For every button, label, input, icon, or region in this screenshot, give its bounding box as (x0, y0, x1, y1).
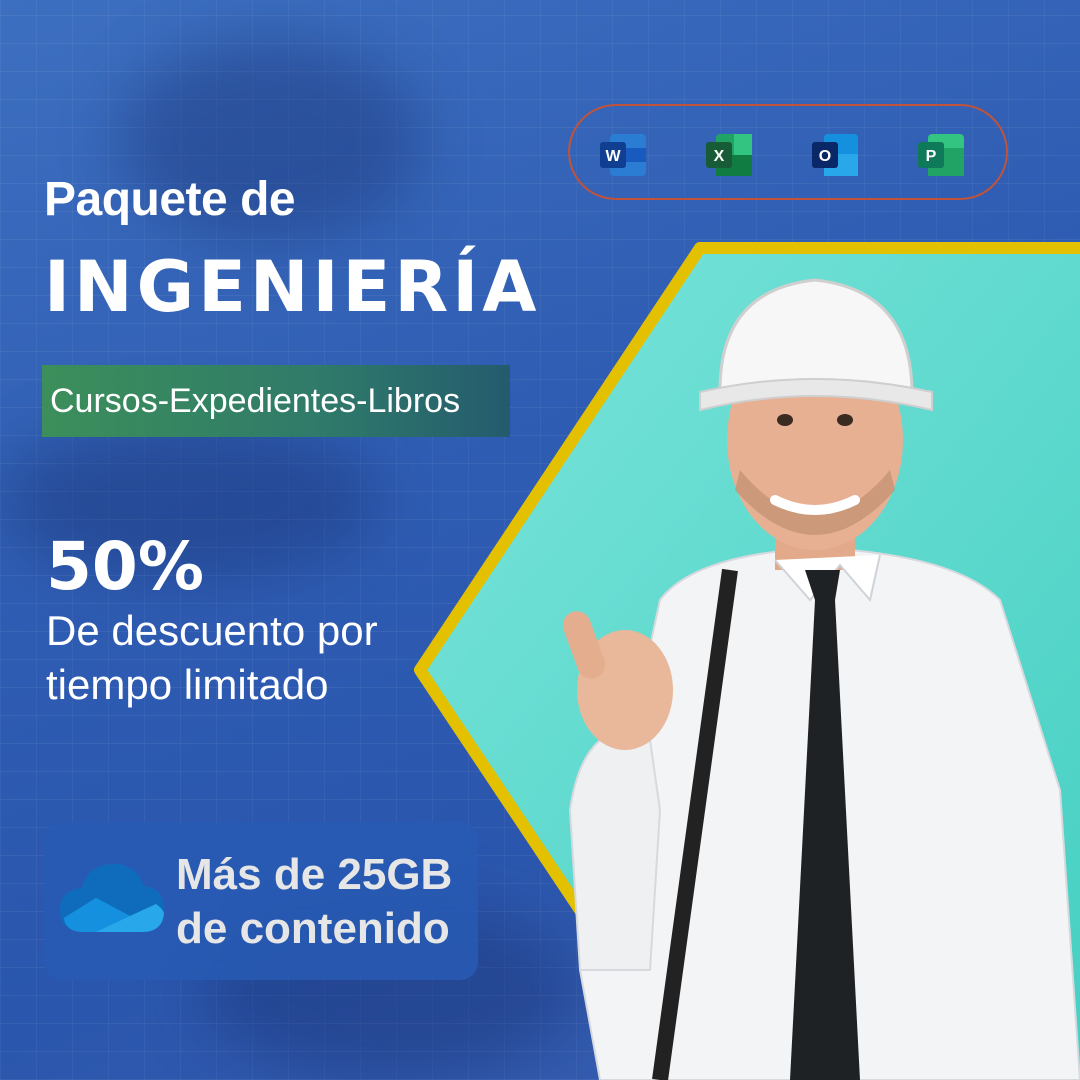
project-icon: P (918, 134, 964, 176)
promo-banner: W X O P Paquete de INGENIERÍA Cursos-Exp… (0, 0, 1080, 1080)
excel-icon: X (706, 134, 752, 176)
headline-line1: Paquete de (44, 173, 296, 226)
outlook-letter: O (819, 148, 831, 165)
tagline-banner: Cursos-Expedientes-Libros (42, 365, 510, 437)
word-letter: W (605, 148, 621, 165)
headline-line2: INGENIERÍA (44, 246, 541, 328)
storage-box: Más de 25GB de contenido (44, 822, 478, 980)
storage-line1: Más de 25GB (176, 850, 453, 899)
project-letter: P (926, 148, 937, 165)
excel-letter: X (714, 148, 725, 165)
word-icon: W (600, 134, 646, 176)
discount-line1: De descuento por (46, 607, 378, 654)
discount-line2: tiempo limitado (46, 661, 329, 708)
tagline-text: Cursos-Expedientes-Libros (50, 381, 461, 420)
office-apps-pill: W X O P (568, 104, 1008, 200)
storage-line2: de contenido (176, 904, 450, 953)
engineer-illustration (562, 278, 1080, 1080)
storage-text: Más de 25GB de contenido (176, 848, 452, 956)
discount-text: De descuento por tiempo limitado (46, 604, 378, 712)
discount-percent: 50% (46, 528, 204, 605)
outlook-icon: O (812, 134, 858, 176)
cloud-icon (60, 864, 164, 932)
